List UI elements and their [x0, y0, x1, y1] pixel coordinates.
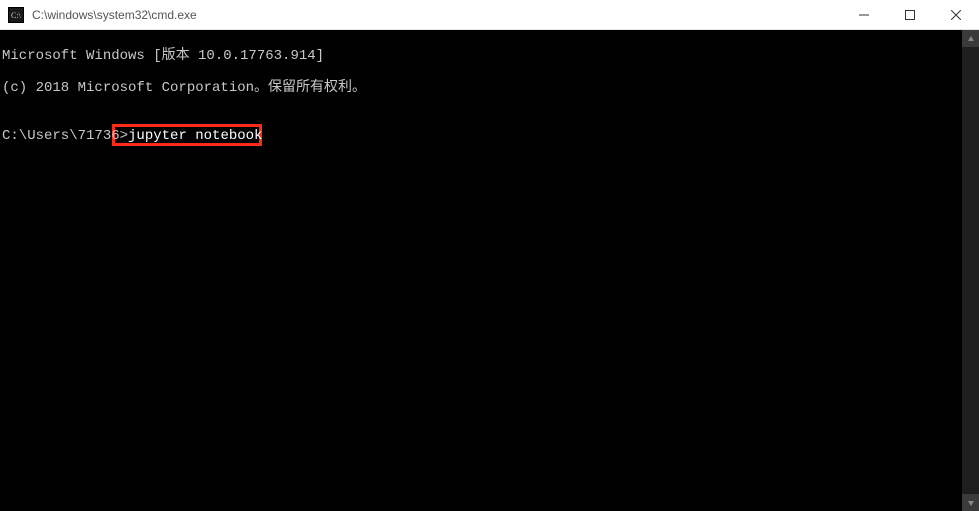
scroll-track[interactable] [962, 47, 979, 494]
typed-command: jupyter notebook [128, 128, 262, 144]
minimize-button[interactable] [841, 0, 887, 29]
scroll-up-button[interactable] [962, 30, 979, 47]
window-title: C:\windows\system32\cmd.exe [30, 8, 841, 22]
window-controls [841, 0, 979, 29]
terminal-container: Microsoft Windows [版本 10.0.17763.914] (c… [0, 30, 979, 511]
close-button[interactable] [933, 0, 979, 29]
cmd-window: C:\ C:\windows\system32\cmd.exe Microsof… [0, 0, 979, 511]
output-line: Microsoft Windows [版本 10.0.17763.914] [2, 48, 962, 64]
maximize-button[interactable] [887, 0, 933, 29]
scroll-down-button[interactable] [962, 494, 979, 511]
terminal[interactable]: Microsoft Windows [版本 10.0.17763.914] (c… [0, 30, 962, 511]
prompt: C:\Users\71736> [2, 128, 128, 144]
svg-text:C:\: C:\ [11, 11, 22, 20]
vertical-scrollbar[interactable] [962, 30, 979, 511]
prompt-line: C:\Users\71736>jupyter notebook [2, 128, 962, 144]
output-line: (c) 2018 Microsoft Corporation。保留所有权利。 [2, 80, 962, 96]
cmd-icon: C:\ [8, 7, 24, 23]
titlebar[interactable]: C:\ C:\windows\system32\cmd.exe [0, 0, 979, 30]
